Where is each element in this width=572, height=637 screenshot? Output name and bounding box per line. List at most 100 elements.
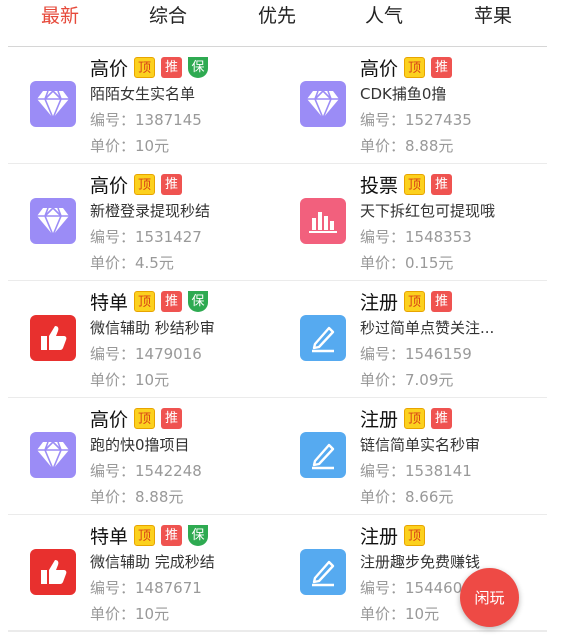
task-description: 链信简单实名秒审 xyxy=(360,436,481,454)
task-title-line: 高价顶推 xyxy=(90,172,188,197)
guarantee-badge: 保 xyxy=(188,524,209,546)
diamond-icon xyxy=(30,198,76,244)
task-description: 注册趣步免费赚钱 xyxy=(360,553,481,571)
top-badge: 顶 xyxy=(404,290,426,312)
task-number: 编号：1479016 xyxy=(90,345,202,363)
task-number: 编号：1542248 xyxy=(90,462,202,480)
diamond-icon xyxy=(30,81,76,127)
task-grid: 高价顶推保陌陌女生实名单 编号：1387145 单价：10元 高价顶推 CDK捕鱼0撸编… xyxy=(8,47,547,632)
task-card[interactable]: 注册顶推链信简单实名秒审 编号：1538141 单价：8.66元 xyxy=(278,398,547,514)
diamond-icon xyxy=(300,81,346,127)
top-badge: 顶 xyxy=(134,173,156,195)
task-category: 高价 xyxy=(90,174,129,197)
xianwan-fab-button[interactable]: 闲玩 xyxy=(460,568,519,627)
tab-apple[interactable]: 苹果 xyxy=(474,2,512,30)
task-row: 高价顶推新橙登录提现秒结 编号：1531427 单价：4.5元 投票顶推天下拆红包可提… xyxy=(8,164,547,281)
guarantee-badge: 保 xyxy=(188,56,209,78)
task-card[interactable]: 高价顶推跑的快0撸项目 编号：1542248 单价：8.88元 xyxy=(8,398,277,514)
bottom-divider xyxy=(8,630,547,631)
thumbs-up-icon xyxy=(30,549,76,595)
task-description: 微信辅助 完成秒结 xyxy=(90,553,215,571)
task-title-line: 特单顶推保 xyxy=(90,523,214,548)
task-title-line: 投票顶推 xyxy=(360,172,458,197)
recommend-badge: 推 xyxy=(431,56,453,78)
recommend-badge: 推 xyxy=(161,56,183,78)
task-number: 编号：1487671 xyxy=(90,579,202,597)
tab-latest[interactable]: 最新 xyxy=(41,2,79,30)
task-description: 天下拆红包可提现哦 xyxy=(360,202,496,220)
task-title-line: 特单顶推保 xyxy=(90,289,214,314)
recommend-badge: 推 xyxy=(161,407,183,429)
pen-icon xyxy=(300,315,346,361)
task-row: 高价顶推跑的快0撸项目 编号：1542248 单价：8.88元 注册顶推链信简单实名秒… xyxy=(8,398,547,515)
top-badge: 顶 xyxy=(404,173,426,195)
task-price: 单价：10元 xyxy=(90,371,170,389)
tab-priority[interactable]: 优先 xyxy=(258,2,296,30)
task-category: 特单 xyxy=(90,525,129,548)
task-price: 单价：8.88元 xyxy=(360,137,454,155)
top-badge: 顶 xyxy=(134,407,156,429)
task-card[interactable]: 高价顶推新橙登录提现秒结 编号：1531427 单价：4.5元 xyxy=(8,164,277,280)
task-description: CDK捕鱼0撸 xyxy=(360,85,447,103)
task-card[interactable]: 高价顶推 CDK捕鱼0撸编号：1527435 单价：8.88元 xyxy=(278,47,547,163)
tab-popular[interactable]: 人气 xyxy=(365,2,403,30)
recommend-badge: 推 xyxy=(161,173,183,195)
category-tabs: 最新 综合 优先 人气 苹果 xyxy=(0,0,572,40)
task-card[interactable]: 特单顶推保微信辅助 完成秒结 编号：1487671 单价：10元 xyxy=(8,515,277,631)
task-list-page: 最新 综合 优先 人气 苹果 高价顶推保陌陌女生实名单 编号：1387145 单价：… xyxy=(0,0,572,637)
task-number: 编号：154460 xyxy=(360,579,463,597)
fab-label: 闲玩 xyxy=(474,589,505,607)
task-category: 高价 xyxy=(90,57,129,80)
task-card[interactable]: 高价顶推保陌陌女生实名单 编号：1387145 单价：10元 xyxy=(8,47,277,163)
task-price: 单价：0.15元 xyxy=(360,254,454,272)
task-title-line: 高价顶推 xyxy=(360,55,458,80)
task-title-line: 注册顶 xyxy=(360,523,431,548)
task-price: 单价：10元 xyxy=(90,605,170,623)
task-description: 微信辅助 秒结秒审 xyxy=(90,319,215,337)
task-category: 注册 xyxy=(360,525,399,548)
task-price: 单价：8.88元 xyxy=(90,488,184,506)
task-card[interactable]: 注册顶推秒过简单点赞关注... 编号：1546159 单价：7.09元 xyxy=(278,281,547,397)
task-category: 高价 xyxy=(360,57,399,80)
pen-icon xyxy=(300,432,346,478)
recommend-badge: 推 xyxy=(161,290,183,312)
task-category: 投票 xyxy=(360,174,399,197)
task-title-line: 高价顶推 xyxy=(90,406,188,431)
task-title-line: 注册顶推 xyxy=(360,406,458,431)
top-badge: 顶 xyxy=(404,407,426,429)
task-price: 单价：4.5元 xyxy=(90,254,174,272)
task-price: 单价：7.09元 xyxy=(360,371,454,389)
tab-overall[interactable]: 综合 xyxy=(149,2,187,30)
task-category: 特单 xyxy=(90,291,129,314)
diamond-icon xyxy=(30,432,76,478)
task-number: 编号：1387145 xyxy=(90,111,202,129)
task-description: 新橙登录提现秒结 xyxy=(90,202,211,220)
task-description: 秒过简单点赞关注... xyxy=(360,319,495,337)
bar-chart-icon xyxy=(300,198,346,244)
top-badge: 顶 xyxy=(134,524,156,546)
top-badge: 顶 xyxy=(404,56,426,78)
task-number: 编号：1548353 xyxy=(360,228,472,246)
task-card[interactable]: 特单顶推保微信辅助 秒结秒审 编号：1479016 单价：10元 xyxy=(8,281,277,397)
task-row: 特单顶推保微信辅助 秒结秒审 编号：1479016 单价：10元 注册顶推秒过简单点赞… xyxy=(8,281,547,398)
pen-icon xyxy=(300,549,346,595)
task-title-line: 高价顶推保 xyxy=(90,55,214,80)
guarantee-badge: 保 xyxy=(188,290,209,312)
top-badge: 顶 xyxy=(134,290,156,312)
task-description: 陌陌女生实名单 xyxy=(90,85,196,103)
task-category: 注册 xyxy=(360,291,399,314)
task-row: 高价顶推保陌陌女生实名单 编号：1387145 单价：10元 高价顶推 CDK捕鱼0撸编… xyxy=(8,47,547,164)
top-badge: 顶 xyxy=(134,56,156,78)
thumbs-up-icon xyxy=(30,315,76,361)
task-price: 单价：10元 xyxy=(90,137,170,155)
recommend-badge: 推 xyxy=(431,290,453,312)
task-number: 编号：1527435 xyxy=(360,111,472,129)
top-badge: 顶 xyxy=(404,524,426,546)
recommend-badge: 推 xyxy=(161,524,183,546)
task-category: 注册 xyxy=(360,408,399,431)
task-card[interactable]: 投票顶推天下拆红包可提现哦 编号：1548353 单价：0.15元 xyxy=(278,164,547,280)
task-number: 编号：1546159 xyxy=(360,345,472,363)
task-description: 跑的快0撸项目 xyxy=(90,436,190,454)
recommend-badge: 推 xyxy=(431,407,453,429)
recommend-badge: 推 xyxy=(431,173,453,195)
